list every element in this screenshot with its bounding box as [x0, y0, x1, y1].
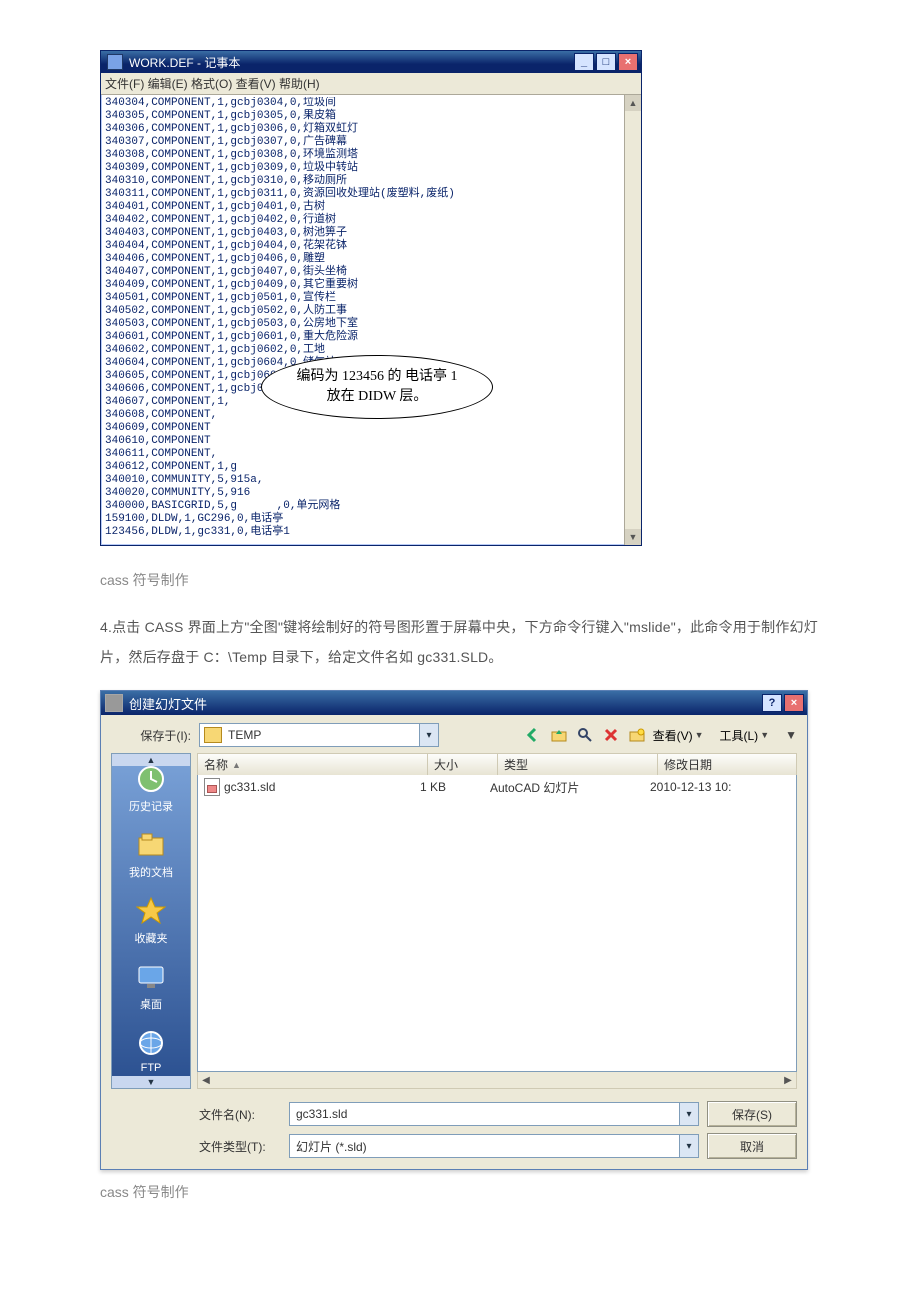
help-button[interactable]: ?	[762, 694, 782, 712]
callout-line2: 放在 DIDW 层。	[327, 387, 428, 407]
back-icon[interactable]	[523, 725, 543, 745]
figure-caption-1: cass 符号制作	[100, 570, 820, 590]
notepad-menubar[interactable]: 文件(F) 编辑(E) 格式(O) 查看(V) 帮助(H)	[101, 73, 641, 95]
column-name[interactable]: 名称 ▲	[197, 753, 427, 776]
scroll-up-icon[interactable]: ▲	[625, 95, 641, 111]
delete-icon[interactable]	[601, 725, 621, 745]
figure-caption-2: cass 符号制作	[100, 1182, 820, 1202]
view-menu[interactable]: 查看(V) ▼	[653, 727, 704, 744]
sidebar-item-mydocs[interactable]: 我的文档	[129, 828, 173, 880]
column-size[interactable]: 大小	[427, 753, 497, 776]
notepad-scrollbar[interactable]: ▲ ▼	[624, 95, 641, 545]
save-in-value: TEMP	[228, 728, 261, 742]
sld-file-icon	[204, 778, 220, 796]
file-name: gc331.sld	[224, 780, 275, 794]
file-size: 1 KB	[420, 780, 490, 794]
filetype-label: 文件类型(T):	[199, 1138, 281, 1155]
file-list[interactable]: gc331.sld 1 KB AutoCAD 幻灯片 2010-12-13 10…	[197, 775, 797, 1072]
notepad-text-area[interactable]: 340304,COMPONENT,1,gcbj0304,0,垃圾间 340305…	[105, 97, 637, 539]
save-dialog: 创建幻灯文件 ? × 保存于(I): TEMP ▾	[100, 690, 808, 1170]
favorites-icon	[134, 894, 168, 928]
sidebar-item-desktop[interactable]: 桌面	[134, 960, 168, 1012]
scroll-down-icon[interactable]: ▼	[625, 529, 641, 545]
file-list-hscrollbar[interactable]: ◀ ▶	[197, 1072, 797, 1089]
sidebar-scroll-down[interactable]: ▼	[112, 1076, 190, 1088]
chevron-down-icon[interactable]: ▾	[679, 1135, 698, 1157]
save-button[interactable]: 保存(S)	[707, 1101, 797, 1127]
dialog-title: 创建幻灯文件	[129, 694, 207, 713]
sidebar-item-history[interactable]: 历史记录	[129, 762, 173, 814]
file-date: 2010-12-13 10:	[650, 780, 790, 794]
dialog-titlebar: 创建幻灯文件 ? ×	[101, 691, 807, 715]
notepad-title: WORK.DEF - 记事本	[129, 54, 240, 71]
sidebar-item-favorites[interactable]: 收藏夹	[134, 894, 168, 946]
desktop-icon	[134, 960, 168, 994]
dialog-close-button[interactable]: ×	[784, 694, 804, 712]
notepad-titlebar: WORK.DEF - 记事本 _ □ ×	[101, 51, 641, 73]
sidebar-scroll-up[interactable]: ▲	[112, 754, 190, 766]
column-type[interactable]: 类型	[497, 753, 657, 776]
file-type: AutoCAD 幻灯片	[490, 779, 650, 796]
column-date[interactable]: 修改日期	[657, 753, 797, 776]
tool-menu[interactable]: 工具(L) ▼	[720, 727, 770, 744]
up-folder-icon[interactable]	[549, 725, 569, 745]
hscroll-left-icon[interactable]: ◀	[198, 1075, 214, 1086]
search-icon[interactable]	[575, 725, 595, 745]
dialog-icon	[105, 694, 123, 712]
filename-input[interactable]: gc331.sld ▾	[289, 1102, 699, 1126]
callout-bubble: 编码为 123456 的 电话亭 1 放在 DIDW 层。	[261, 355, 493, 419]
notepad-window: WORK.DEF - 记事本 _ □ × 文件(F) 编辑(E) 格式(O) 查…	[100, 50, 642, 546]
ftp-icon	[134, 1026, 168, 1060]
save-in-label: 保存于(I):	[115, 727, 191, 744]
file-list-header: 名称 ▲ 大小 类型 修改日期	[197, 753, 797, 775]
sidebar-item-ftp[interactable]: FTP	[134, 1026, 168, 1074]
chevron-down-icon[interactable]: ▾	[679, 1103, 698, 1125]
minimize-button[interactable]: _	[574, 53, 594, 71]
notepad-icon	[107, 54, 123, 70]
close-button[interactable]: ×	[618, 53, 638, 71]
history-icon	[134, 762, 168, 796]
chevron-down-icon[interactable]: ▾	[419, 724, 438, 746]
places-sidebar: ▲ 历史记录 我的文档 收藏夹	[111, 753, 191, 1089]
mydocs-icon	[134, 828, 168, 862]
instruction-paragraph: 4.点击 CASS 界面上方"全图"键将绘制好的符号图形置于屏幕中央，下方命令行…	[100, 612, 820, 672]
sort-asc-icon: ▲	[232, 760, 241, 770]
cancel-button[interactable]: 取消	[707, 1133, 797, 1159]
file-row[interactable]: gc331.sld 1 KB AutoCAD 幻灯片 2010-12-13 10…	[198, 775, 796, 799]
maximize-button[interactable]: □	[596, 53, 616, 71]
new-folder-icon[interactable]	[627, 725, 647, 745]
callout-line1: 编码为 123456 的 电话亭 1	[297, 367, 458, 387]
save-in-combo[interactable]: TEMP ▾	[199, 723, 439, 747]
folder-icon	[204, 727, 222, 743]
filetype-combo[interactable]: 幻灯片 (*.sld) ▾	[289, 1134, 699, 1158]
hscroll-right-icon[interactable]: ▶	[780, 1075, 796, 1086]
filename-label: 文件名(N):	[199, 1106, 281, 1123]
